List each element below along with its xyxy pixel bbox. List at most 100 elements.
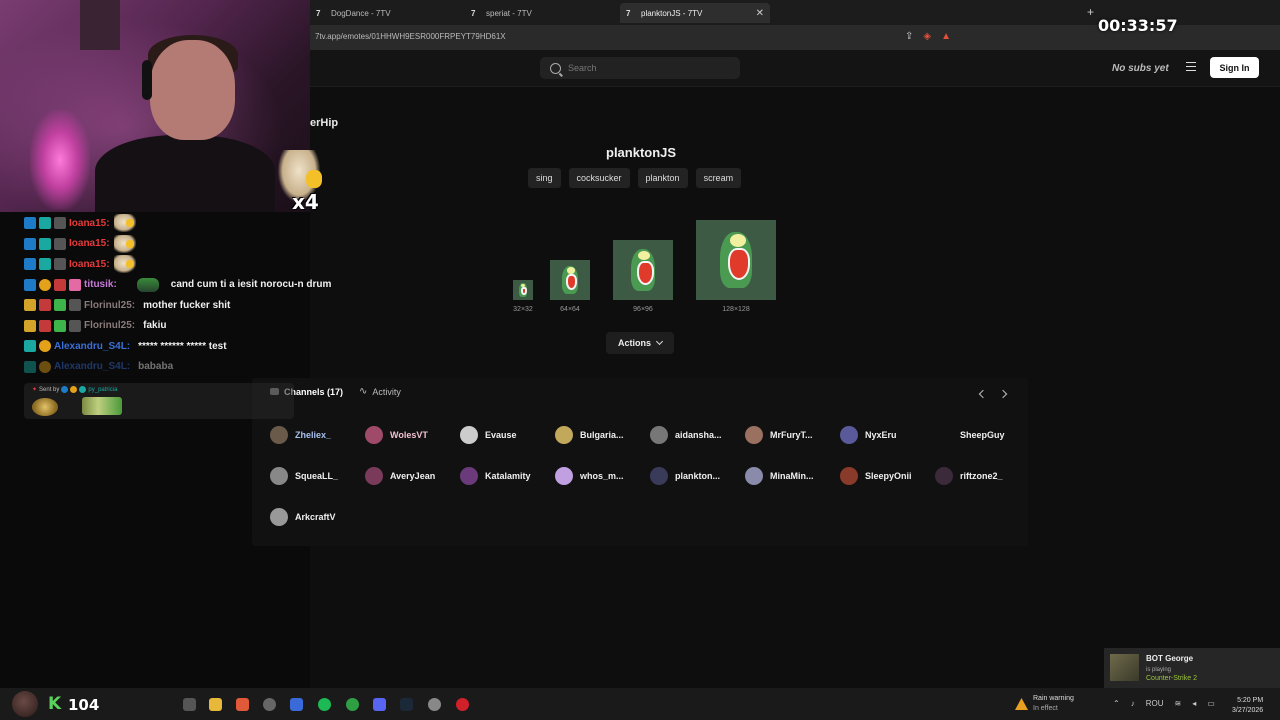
emote-size-previews: 32×32 64×64 96×96 128×128 xyxy=(503,208,783,313)
spotify-icon[interactable] xyxy=(318,698,331,711)
tag[interactable]: plankton xyxy=(637,168,688,188)
tab-label: DogDance - 7TV xyxy=(331,8,391,18)
kick-logo-icon: K xyxy=(48,694,62,714)
badge-icon xyxy=(54,299,66,312)
wifi-icon[interactable]: ≋ xyxy=(1174,699,1181,708)
xbox-icon[interactable] xyxy=(346,698,359,711)
tab-speriat[interactable]: 7 speriat - 7TV xyxy=(465,3,615,23)
channel-name: Zheliex_ xyxy=(295,430,332,440)
channel-item[interactable]: Zheliex_ xyxy=(270,426,331,444)
badge-icon xyxy=(39,217,51,230)
channel-name: SqueaLL_ xyxy=(295,471,339,481)
sign-in-button[interactable]: Sign In xyxy=(1210,57,1259,78)
pin-icon: ✦ xyxy=(32,387,38,393)
emote-preview-64[interactable]: 64×64 xyxy=(550,260,590,313)
channel-name: MinaMin... xyxy=(770,471,814,481)
chat-message: cand cum ti a iesit norocu-n drum xyxy=(170,279,332,291)
chat-line: Ioana15: xyxy=(24,213,364,234)
chat-username: Ioana15: xyxy=(69,258,110,270)
emote-preview-32[interactable]: 32×32 xyxy=(503,280,543,313)
actions-button[interactable]: Actions xyxy=(606,332,674,354)
rewards-icon[interactable]: ▲ xyxy=(941,31,951,42)
7tv-favicon-icon: 7 xyxy=(316,8,321,18)
prev-page-icon[interactable] xyxy=(978,389,988,399)
overlay-emote: x4 xyxy=(278,150,330,214)
channel-item[interactable]: whos_m... xyxy=(555,467,624,485)
language-indicator[interactable]: ROU xyxy=(1146,699,1164,708)
sent-by-label: Sent by xyxy=(39,386,60,393)
chat-username: Alexandru_S4L: xyxy=(54,361,131,373)
badge-icon xyxy=(24,237,36,250)
tag[interactable]: sing xyxy=(528,168,561,188)
channel-item[interactable]: NyxEru xyxy=(840,426,897,444)
channel-item[interactable]: Evause xyxy=(460,426,517,444)
channel-item[interactable]: SleepyOnii xyxy=(840,467,912,485)
badge-icon xyxy=(24,258,36,271)
system-tray: ⌃ ♪ ROU ≋ ◂ ▭ xyxy=(1113,699,1215,708)
channel-item[interactable]: aidansha... xyxy=(650,426,722,444)
frog-emote-icon xyxy=(136,277,159,292)
7tv-favicon-icon: 7 xyxy=(471,8,476,18)
tab-dogdance[interactable]: 7 DogDance - 7TV xyxy=(310,3,460,23)
avatar xyxy=(365,467,383,485)
channel-item[interactable]: MrFuryT... xyxy=(745,426,813,444)
badge-icon xyxy=(24,278,36,291)
channel-name: AveryJean xyxy=(390,471,436,481)
discord-icon[interactable] xyxy=(373,698,386,711)
tab-planktonjs[interactable]: 7 planktonJS - 7TV ✕ xyxy=(620,3,770,23)
channel-item[interactable]: riftzone2_ xyxy=(935,467,1003,485)
chat-username: Florinul25: xyxy=(84,299,136,311)
brave-icon[interactable] xyxy=(236,698,249,711)
channel-item[interactable]: Bulgaria... xyxy=(555,426,624,444)
emote-preview-96[interactable]: 96×96 xyxy=(612,240,674,313)
next-page-icon[interactable] xyxy=(998,389,1008,399)
close-tab-icon[interactable]: ✕ xyxy=(756,8,764,19)
search-box[interactable] xyxy=(540,57,740,79)
emote-preview-128[interactable]: 128×128 xyxy=(695,220,777,313)
steam-icon[interactable] xyxy=(400,698,413,711)
taskview-icon[interactable] xyxy=(183,698,196,711)
emote-title: planktonJS xyxy=(606,145,677,160)
steam-notification[interactable]: BOT George is playing Counter-Strike 2 xyxy=(1104,648,1280,688)
channel-item[interactable]: WolesVT xyxy=(365,426,428,444)
brave-shield-icon[interactable]: ◈ xyxy=(923,31,931,42)
size-label: 32×32 xyxy=(513,306,533,313)
channel-item[interactable]: ArkcraftV xyxy=(270,508,336,526)
share-icon[interactable]: ⇪ xyxy=(905,31,913,42)
clock[interactable]: 5:20 PM 3/27/2026 xyxy=(1232,696,1263,716)
avatar xyxy=(935,426,953,444)
file-explorer-icon[interactable] xyxy=(209,698,222,711)
search-input[interactable] xyxy=(568,63,728,73)
7tv-site: No subs yet Sign In planktonJS sing cock… xyxy=(252,50,1280,688)
menu-icon[interactable] xyxy=(1186,62,1196,71)
tab-activity[interactable]: ∿ Activity xyxy=(359,386,401,397)
channel-item[interactable]: plankton... xyxy=(650,467,720,485)
size-label: 128×128 xyxy=(722,306,750,313)
channel-item[interactable]: AveryJean xyxy=(365,467,435,485)
channel-name: ArkcraftV xyxy=(295,512,336,522)
battery-icon[interactable]: ▭ xyxy=(1207,699,1215,708)
channel-item[interactable]: SqueaLL_ xyxy=(270,467,338,485)
weather-widget[interactable]: Rain warning In effect xyxy=(1015,694,1074,714)
channel-name: Katalamity xyxy=(485,471,531,481)
badge-icon xyxy=(69,319,81,332)
channel-item[interactable]: MinaMin... xyxy=(745,467,814,485)
channel-name: WolesVT xyxy=(390,430,428,440)
opera-icon[interactable] xyxy=(456,698,469,711)
chevron-up-icon[interactable]: ⌃ xyxy=(1113,699,1120,708)
tag[interactable]: cocksucker xyxy=(568,168,630,188)
store-icon[interactable] xyxy=(290,698,303,711)
settings-icon[interactable] xyxy=(428,698,441,711)
tag[interactable]: scream xyxy=(695,168,742,188)
channel-item[interactable]: Katalamity xyxy=(460,467,531,485)
channel-item[interactable]: SheepGuy xyxy=(935,426,1005,444)
chat-line: Florinul25: mother fucker shit xyxy=(24,295,364,316)
new-tab-icon[interactable]: + xyxy=(1087,5,1094,19)
volume-icon[interactable]: ◂ xyxy=(1192,699,1196,708)
mic-icon[interactable]: ♪ xyxy=(1131,699,1135,708)
badge-icon xyxy=(39,360,51,373)
url-text[interactable]: 7tv.app/emotes/01HHWH9ESR000FRPEYT79HD61… xyxy=(315,32,506,41)
site-header: No subs yet Sign In xyxy=(310,50,1280,87)
badge-icon xyxy=(24,360,36,373)
app-icon[interactable] xyxy=(263,698,276,711)
